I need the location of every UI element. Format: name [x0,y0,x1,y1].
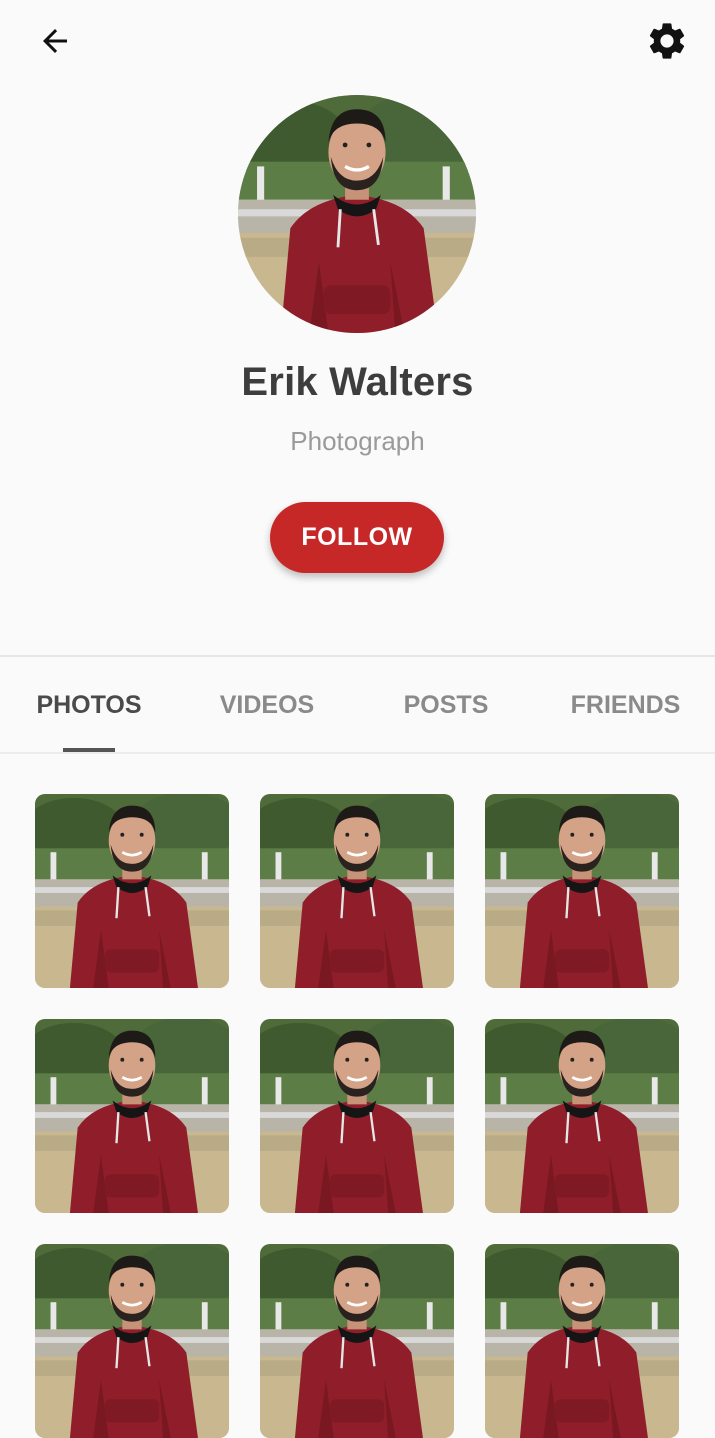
photo-thumbnail[interactable] [260,1244,454,1438]
back-button[interactable] [34,20,76,62]
photo-thumbnail[interactable] [260,794,454,988]
tab-posts[interactable]: POSTS [357,657,535,753]
arrow-back-icon [43,29,67,53]
profile-name: Erik Walters [241,360,474,404]
photo-thumbnail[interactable] [485,1019,679,1213]
photo-thumbnail[interactable] [35,1019,229,1213]
top-app-bar [0,0,715,80]
divider [0,752,715,754]
tab-friends[interactable]: FRIENDS [536,657,715,753]
tab-photos[interactable]: PHOTOS [0,657,178,753]
settings-button[interactable] [642,16,692,66]
photo-thumbnail[interactable] [260,1019,454,1213]
photo-thumbnail[interactable] [35,1244,229,1438]
profile-role: Photograph [290,426,425,456]
avatar[interactable] [238,95,476,333]
photo-thumbnail[interactable] [485,1244,679,1438]
photo-thumbnail[interactable] [35,794,229,988]
tab-bar: PHOTOS VIDEOS POSTS FRIENDS [0,657,715,753]
gear-icon [649,23,685,59]
follow-button[interactable]: FOLLOW [270,502,444,573]
photo-thumbnail[interactable] [485,794,679,988]
tab-videos[interactable]: VIDEOS [178,657,356,753]
